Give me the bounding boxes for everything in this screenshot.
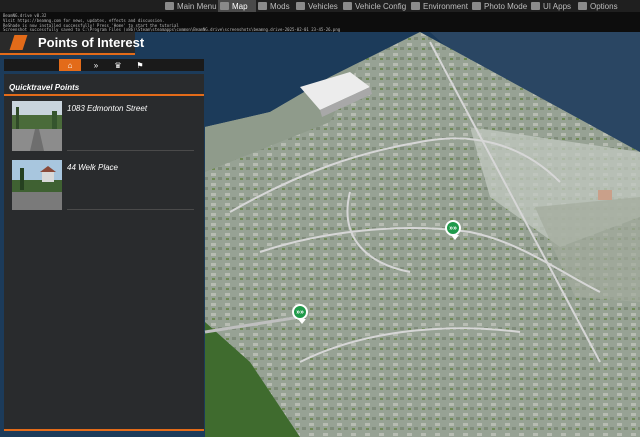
menu-label: UI Apps [543,1,572,11]
pin-glyph: »» [296,308,304,316]
cloud-icon [411,2,420,10]
menu-vehicle-config[interactable]: Vehicle Config [343,0,406,12]
title-underline [4,94,204,96]
menu-label: Map [232,1,248,11]
map-icon [220,2,229,10]
panel-bottom-accent [4,429,204,431]
menu-label: Main Menu [177,1,217,11]
quicktravel-pin-icon[interactable]: »» [292,304,308,324]
home-icon: ⌂ [67,60,73,70]
menu-label: Mods [270,1,290,11]
menu-label: Photo Mode [484,1,528,11]
menu-label: Options [590,1,618,11]
car-icon [296,2,305,10]
poi-tab-bar: ⌂ » ♛ ⚑ [4,59,204,71]
pin-glyph: »» [449,224,457,232]
menu-map[interactable]: Map [218,0,256,12]
camera-icon [472,2,481,10]
tab-trophy[interactable]: ♛ [107,59,129,71]
console-log: BeamNG.drive v0.32 Visit https://beamng.… [0,12,640,32]
menu-environment[interactable]: Environment [411,0,468,12]
menu-label: Vehicles [308,1,338,11]
quicktravel-panel: Quicktravel Points 1083 Edmonton Street [4,74,204,431]
location-thumbnail [12,160,62,210]
poi-header: Points of Interest [0,32,144,55]
item-divider [67,150,194,151]
accent-stripe [9,35,28,50]
menu-vehicles[interactable]: Vehicles [296,0,338,12]
menu-main-menu[interactable]: Main Menu [165,0,217,12]
menu-photo-mode[interactable]: Photo Mode [472,0,527,12]
quicktravel-item[interactable]: 1083 Edmonton Street [4,101,204,151]
gear-icon [578,2,587,10]
tab-checkered-flag[interactable]: ⚑ [129,59,151,71]
menu-label: Environment [423,1,468,11]
quicktravel-pin-icon[interactable]: »» [445,220,461,240]
panel-title: Quicktravel Points [9,83,80,92]
checkered-flag-icon: ⚑ [136,60,144,70]
apps-icon [531,2,540,10]
location-thumbnail [12,101,62,151]
wrench-icon [343,2,352,10]
trophy-icon: ♛ [114,60,122,70]
item-divider [67,209,194,210]
menu-label: Vehicle Config [355,1,407,11]
menu-options[interactable]: Options [578,0,618,12]
quicktravel-item[interactable]: 44 Welk Place [4,160,204,210]
page-title: Points of Interest [38,35,145,50]
tab-home[interactable]: ⌂ [59,59,81,71]
home-icon [165,2,174,10]
fast-forward-icon: » [93,60,99,70]
location-name: 44 Welk Place [67,163,118,172]
top-navigation-bar: Main Menu Map Mods Vehicles Vehicle Conf… [0,0,640,12]
mods-icon [258,2,267,10]
location-name: 1083 Edmonton Street [67,104,148,113]
menu-ui-apps[interactable]: UI Apps [531,0,571,12]
tab-fast-forward[interactable]: » [85,59,107,71]
menu-mods[interactable]: Mods [258,0,290,12]
